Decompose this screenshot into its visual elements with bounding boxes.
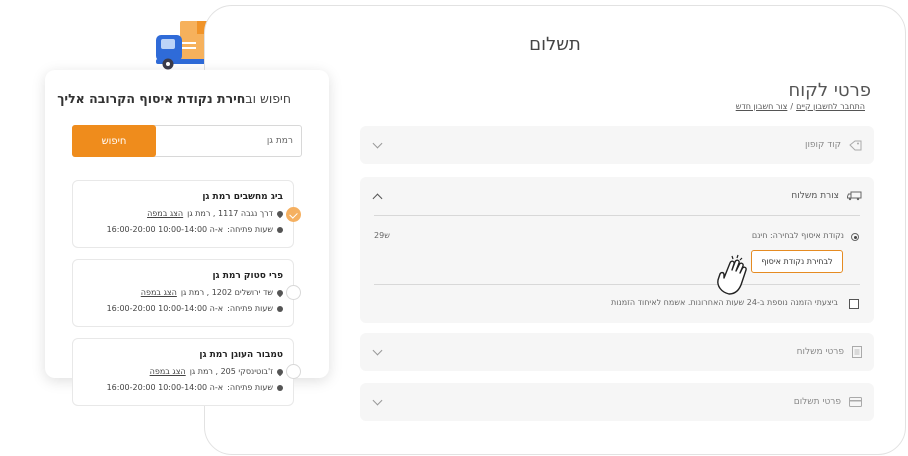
choose-pickup-point-button[interactable]: לבחירת נקודת איסוף: [751, 250, 843, 273]
credit-card-icon: [849, 397, 862, 407]
coupon-section[interactable]: קוד קופון: [360, 126, 874, 164]
links-separator: /: [790, 102, 794, 111]
hours-label: שעות פתיחה:: [227, 225, 273, 234]
store-address: שד ירושלים 1202 , רמת גן: [180, 288, 273, 297]
merge-orders-row: ביצעתי הזמנה נוספת ב-24 שעות האחרונות. א…: [374, 285, 860, 323]
location-pin-icon: [275, 367, 285, 376]
chevron-down-icon[interactable]: [372, 395, 383, 405]
store-name: טמבור העוגן רמת גן: [199, 350, 283, 360]
store-name: ביג מחשבים רמת גן: [202, 192, 283, 202]
delivery-details-section[interactable]: פרטי משלוח: [360, 333, 874, 371]
store-select-radio[interactable]: [286, 207, 301, 222]
pickup-store-card[interactable]: טמבור העוגן רמת גן ז'בוטינסקי 205 , רמת …: [72, 338, 294, 406]
pickup-store-card[interactable]: ביג מחשבים רמת גן דרך נגבה 1117 , רמת גן…: [72, 180, 294, 248]
pickup-point-panel: חיפוש ובחירת נקודת איסוף הקרובה אליך חיפ…: [45, 70, 329, 406]
location-pin-icon: [275, 209, 285, 218]
show-on-map-link[interactable]: הצג במפה: [147, 208, 183, 219]
shipping-method-section: צורת משלוח נקודת איסוף לבחירה: חינם 29ש …: [360, 177, 874, 323]
show-on-map-link[interactable]: הצג במפה: [150, 366, 186, 377]
chevron-up-icon[interactable]: [372, 193, 383, 203]
pickup-panel-title: חיפוש ובחירת נקודת איסוף הקרובה אליך: [57, 91, 291, 106]
pickup-store-card[interactable]: פרי סטוק רמת גן שד ירושלים 1202 , רמת גן…: [72, 259, 294, 327]
chevron-down-icon[interactable]: [372, 345, 383, 355]
merge-orders-checkbox[interactable]: [849, 299, 859, 309]
store-hours: א-ה 10:00-14:00 16:00-20:00: [106, 304, 224, 313]
shipping-price: 29ש: [374, 231, 390, 240]
store-address: דרך נגבה 1117 , רמת גן: [187, 209, 273, 218]
shipping-method-label: צורת משלוח: [791, 191, 839, 201]
store-address: ז'בוטינסקי 205 , רמת גן: [189, 367, 273, 376]
store-name: פרי סטוק רמת גן: [212, 271, 283, 281]
document-icon: [852, 346, 862, 358]
pickup-search-input[interactable]: [157, 126, 301, 156]
page-title: תשלום: [529, 34, 581, 55]
clock-icon: [277, 226, 283, 233]
create-account-link[interactable]: צור חשבון חדש: [736, 102, 788, 111]
login-existing-link[interactable]: התחבר לחשבון קיים: [796, 102, 865, 111]
store-select-radio[interactable]: [286, 285, 301, 300]
show-on-map-link[interactable]: הצג במפה: [141, 287, 177, 298]
pickup-search-button[interactable]: חיפוש: [72, 125, 156, 157]
location-pin-icon: [275, 288, 285, 297]
hours-label: שעות פתיחה:: [227, 304, 273, 313]
chevron-down-icon[interactable]: [372, 138, 383, 148]
pickup-option-label: נקודת איסוף לבחירה: חינם: [751, 231, 844, 240]
truck-icon: [847, 191, 862, 201]
store-hours: א-ה 10:00-14:00 16:00-20:00: [106, 383, 224, 392]
payment-details-section[interactable]: פרטי תשלום: [360, 383, 874, 421]
account-links: התחבר לחשבון קיים / צור חשבון חדש: [736, 102, 865, 111]
tag-icon: [849, 140, 862, 150]
store-hours: א-ה 10:00-14:00 16:00-20:00: [106, 225, 224, 234]
delivery-details-label: פרטי משלוח: [796, 347, 844, 357]
merge-orders-label: ביצעתי הזמנה נוספת ב-24 שעות האחרונות. א…: [611, 298, 838, 307]
clock-icon: [277, 384, 283, 391]
pickup-option-row: נקודת איסוף לבחירה: חינם 29ש לבחירת נקוד…: [374, 216, 860, 295]
store-select-radio[interactable]: [286, 364, 301, 379]
pickup-search-box: חיפוש: [72, 125, 302, 157]
clock-icon: [277, 305, 283, 312]
pickup-option-radio[interactable]: [851, 233, 859, 241]
coupon-label: קוד קופון: [805, 140, 841, 150]
payment-details-label: פרטי תשלום: [793, 397, 841, 407]
customer-details-title: פרטי לקוח: [788, 80, 872, 101]
hours-label: שעות פתיחה:: [227, 383, 273, 392]
